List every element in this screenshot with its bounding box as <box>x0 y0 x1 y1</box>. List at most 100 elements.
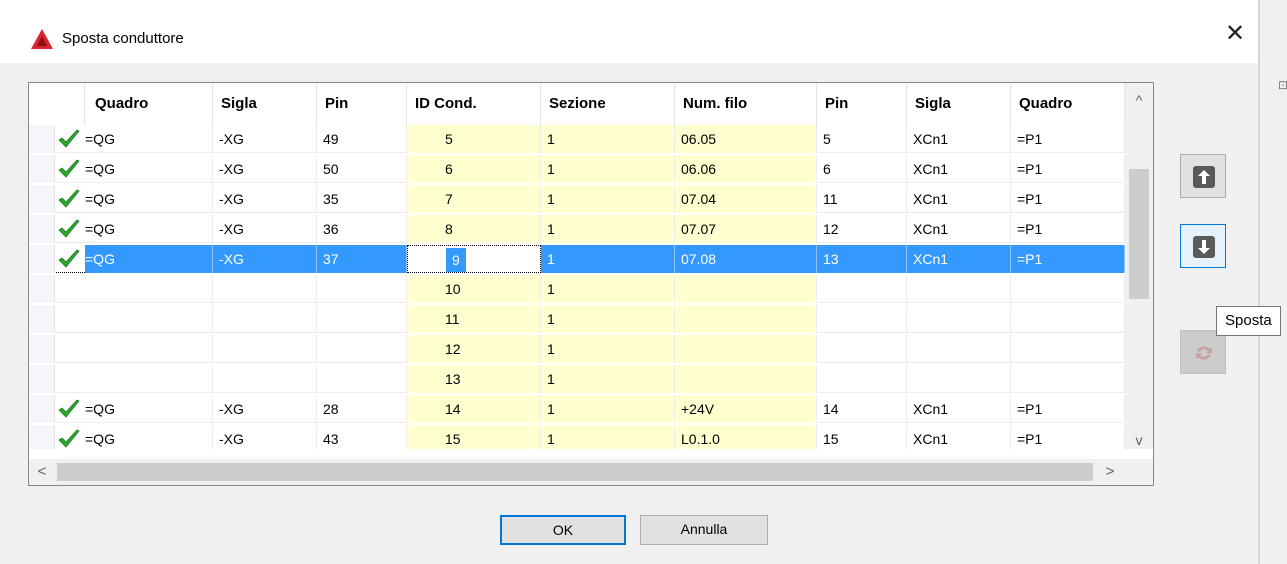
cell-quadro-from[interactable] <box>85 275 213 303</box>
cell-num-filo[interactable] <box>675 365 817 393</box>
cell-quadro-to[interactable]: =P1 <box>1011 155 1125 183</box>
cell-sezione[interactable]: 1 <box>541 275 675 303</box>
cell-quadro-from[interactable] <box>85 335 213 363</box>
cell-id-cond[interactable]: 11 <box>407 305 541 333</box>
row-header[interactable] <box>29 395 55 423</box>
table-row[interactable]: 10 1 <box>29 275 1125 303</box>
horizontal-scroll-thumb[interactable] <box>57 463 1093 481</box>
table-row[interactable]: =QG -XG 35 7 1 07.04 11 XCn1 =P1 <box>29 185 1125 213</box>
cell-sigla-from[interactable]: -XG <box>213 215 317 243</box>
column-header-id-cond[interactable]: ID Cond. <box>407 83 541 125</box>
scroll-down-button[interactable]: v <box>1125 427 1153 453</box>
column-header-num-filo[interactable]: Num. filo <box>675 83 817 125</box>
cell-quadro-to[interactable]: =P1 <box>1011 215 1125 243</box>
move-down-button[interactable] <box>1180 224 1226 268</box>
swap-button[interactable] <box>1180 330 1226 374</box>
cell-sigla-from[interactable]: -XG <box>213 245 317 273</box>
cell-num-filo[interactable]: 06.06 <box>675 155 817 183</box>
row-header[interactable] <box>29 425 55 449</box>
cell-num-filo[interactable] <box>675 275 817 303</box>
table-row[interactable]: 13 1 <box>29 365 1125 393</box>
cell-quadro-from[interactable]: =QG <box>85 245 213 273</box>
vertical-scrollbar[interactable]: ^ v <box>1125 83 1153 449</box>
cell-quadro-to[interactable] <box>1011 365 1125 393</box>
table-row-selected[interactable]: =QG -XG 37 9 1 07.08 13 XCn1 =P1 <box>29 245 1125 273</box>
cell-pin-from[interactable]: 37 <box>317 245 407 273</box>
cell-sezione[interactable]: 1 <box>541 305 675 333</box>
horizontal-scrollbar[interactable]: < > <box>29 459 1153 485</box>
cell-pin-to[interactable]: 6 <box>817 155 907 183</box>
cell-quadro-to[interactable]: =P1 <box>1011 395 1125 423</box>
cell-pin-to[interactable]: 14 <box>817 395 907 423</box>
row-header[interactable] <box>29 335 55 363</box>
cell-sigla-from[interactable]: -XG <box>213 185 317 213</box>
cell-quadro-to[interactable]: =P1 <box>1011 245 1125 273</box>
row-header[interactable] <box>29 365 55 393</box>
cell-sigla-to[interactable]: XCn1 <box>907 185 1011 213</box>
cell-sezione[interactable]: 1 <box>541 215 675 243</box>
column-header-quadro-to[interactable]: Quadro <box>1011 83 1125 125</box>
cell-sigla-from[interactable]: -XG <box>213 395 317 423</box>
column-header-quadro-from[interactable]: Quadro <box>85 83 213 125</box>
cell-sigla-from[interactable]: -XG <box>213 425 317 449</box>
column-header-sigla-from[interactable]: Sigla <box>213 83 317 125</box>
cell-quadro-from[interactable]: =QG <box>85 155 213 183</box>
cell-sigla-to[interactable]: XCn1 <box>907 245 1011 273</box>
column-header-sigla-to[interactable]: Sigla <box>907 83 1011 125</box>
cell-id-cond[interactable]: 6 <box>407 155 541 183</box>
cell-pin-to[interactable] <box>817 305 907 333</box>
ok-button[interactable]: OK <box>500 515 626 545</box>
cell-pin-to[interactable]: 11 <box>817 185 907 213</box>
cell-quadro-from[interactable]: =QG <box>85 215 213 243</box>
cell-sigla-to[interactable] <box>907 275 1011 303</box>
cell-id-cond[interactable]: 14 <box>407 395 541 423</box>
cell-sezione[interactable]: 1 <box>541 245 675 273</box>
table-row[interactable]: =QG -XG 43 15 1 L0.1.0 15 XCn1 =P1 <box>29 425 1125 449</box>
row-header[interactable] <box>29 215 55 243</box>
scroll-up-button[interactable]: ^ <box>1125 87 1153 113</box>
cell-id-cond[interactable]: 12 <box>407 335 541 363</box>
cell-quadro-to[interactable] <box>1011 275 1125 303</box>
cell-pin-from[interactable]: 28 <box>317 395 407 423</box>
move-up-button[interactable] <box>1180 154 1226 198</box>
column-header-pin-from[interactable]: Pin <box>317 83 407 125</box>
cell-sezione[interactable]: 1 <box>541 365 675 393</box>
cell-num-filo[interactable]: +24V <box>675 395 817 423</box>
cell-id-cond[interactable]: 15 <box>407 425 541 449</box>
row-header[interactable] <box>29 275 55 303</box>
cell-sigla-from[interactable] <box>213 335 317 363</box>
cell-id-cond[interactable]: 9 <box>407 245 541 273</box>
cell-sigla-to[interactable]: XCn1 <box>907 215 1011 243</box>
cell-sezione[interactable]: 1 <box>541 155 675 183</box>
row-header[interactable] <box>29 185 55 213</box>
row-header[interactable] <box>29 125 55 153</box>
cell-id-cond[interactable]: 8 <box>407 215 541 243</box>
cell-sigla-to[interactable] <box>907 305 1011 333</box>
row-header[interactable] <box>29 245 55 273</box>
cell-quadro-to[interactable]: =P1 <box>1011 185 1125 213</box>
cell-num-filo[interactable] <box>675 305 817 333</box>
cell-sezione[interactable]: 1 <box>541 185 675 213</box>
cell-sezione[interactable]: 1 <box>541 395 675 423</box>
cell-quadro-from[interactable]: =QG <box>85 125 213 153</box>
cell-pin-from[interactable]: 43 <box>317 425 407 449</box>
cell-pin-to[interactable]: 5 <box>817 125 907 153</box>
cell-sigla-from[interactable] <box>213 305 317 333</box>
cell-quadro-from[interactable] <box>85 365 213 393</box>
cell-sigla-to[interactable]: XCn1 <box>907 125 1011 153</box>
cell-quadro-to[interactable] <box>1011 305 1125 333</box>
cell-quadro-to[interactable]: =P1 <box>1011 125 1125 153</box>
cell-quadro-to[interactable]: =P1 <box>1011 425 1125 449</box>
cell-quadro-from[interactable] <box>85 305 213 333</box>
cell-quadro-to[interactable] <box>1011 335 1125 363</box>
cell-id-cond[interactable]: 5 <box>407 125 541 153</box>
cell-sigla-from[interactable] <box>213 275 317 303</box>
table-row[interactable]: =QG -XG 50 6 1 06.06 6 XCn1 =P1 <box>29 155 1125 183</box>
cell-sezione[interactable]: 1 <box>541 425 675 449</box>
conductor-grid[interactable]: Quadro Sigla Pin ID Cond. Sezione Num. filo Pi… <box>28 82 1154 486</box>
cell-num-filo[interactable]: L0.1.0 <box>675 425 817 449</box>
cell-id-cond[interactable]: 13 <box>407 365 541 393</box>
cell-pin-to[interactable]: 13 <box>817 245 907 273</box>
row-header[interactable] <box>29 305 55 333</box>
cell-sezione[interactable]: 1 <box>541 335 675 363</box>
